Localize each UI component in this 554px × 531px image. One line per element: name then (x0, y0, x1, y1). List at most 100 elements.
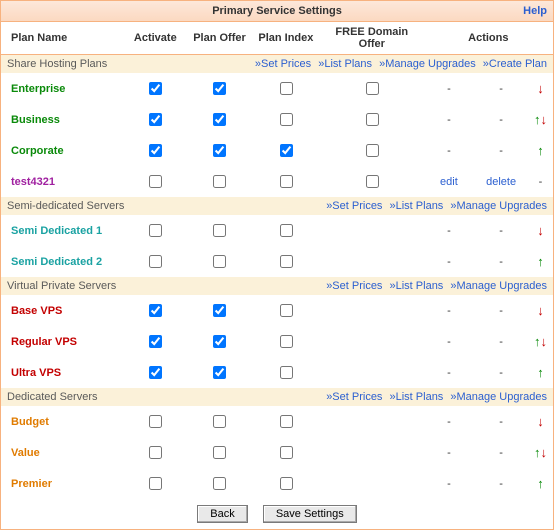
index-cell (252, 295, 320, 326)
section-title: Virtual Private Servers (1, 277, 187, 295)
activate-checkbox[interactable] (149, 113, 162, 126)
col-actions: Actions (424, 22, 553, 55)
move-down-icon[interactable]: ↓ (537, 223, 544, 238)
help-link[interactable]: Help (523, 1, 547, 21)
action-dash: - (474, 246, 528, 277)
save-settings-button[interactable]: Save Settings (263, 505, 357, 523)
offer-cell (187, 166, 252, 197)
free-domain-checkbox[interactable] (366, 113, 379, 126)
offer-checkbox[interactable] (213, 366, 226, 379)
section-header-dedicated: Dedicated Servers»Set Prices »List Plans… (1, 388, 553, 406)
activate-checkbox[interactable] (149, 446, 162, 459)
index-checkbox[interactable] (280, 477, 293, 490)
reorder-cell: - (528, 166, 553, 197)
reorder-cell: ↑↓ (528, 104, 553, 135)
offer-checkbox[interactable] (213, 113, 226, 126)
move-down-icon[interactable]: ↓ (541, 334, 548, 349)
move-up-icon[interactable]: ↑ (537, 365, 544, 380)
move-up-icon[interactable]: ↑ (537, 143, 544, 158)
manage-upgrades-link[interactable]: »Manage Upgrades (450, 280, 547, 292)
section-links: »Set Prices »List Plans »Manage Upgrades… (187, 55, 553, 74)
reorder-cell: ↑↓ (528, 326, 553, 357)
set-prices-link[interactable]: »Set Prices (326, 200, 382, 212)
move-up-icon[interactable]: ↑ (537, 254, 544, 269)
plan-row-ultravps: Ultra VPS--↑ (1, 357, 553, 388)
activate-cell (123, 295, 187, 326)
reorder-cell: ↑ (528, 135, 553, 166)
action-dash: - (424, 135, 475, 166)
index-checkbox[interactable] (280, 224, 293, 237)
index-checkbox[interactable] (280, 175, 293, 188)
action-dash: - (424, 104, 475, 135)
manage-upgrades-link[interactable]: »Manage Upgrades (379, 58, 476, 70)
free-domain-cell (320, 468, 424, 499)
index-checkbox[interactable] (280, 82, 293, 95)
activate-checkbox[interactable] (149, 477, 162, 490)
index-cell (252, 437, 320, 468)
activate-checkbox[interactable] (149, 175, 162, 188)
offer-checkbox[interactable] (213, 175, 226, 188)
index-checkbox[interactable] (280, 335, 293, 348)
activate-checkbox[interactable] (149, 224, 162, 237)
section-links: »Set Prices »List Plans »Manage Upgrades (187, 277, 553, 295)
panel-titlebar: Primary Service Settings Help (1, 1, 553, 22)
action-dash: - (424, 73, 475, 104)
offer-checkbox[interactable] (213, 415, 226, 428)
activate-checkbox[interactable] (149, 415, 162, 428)
plan-name: Value (1, 437, 123, 468)
action-dash: - (474, 468, 528, 499)
offer-checkbox[interactable] (213, 224, 226, 237)
free-domain-cell (320, 406, 424, 437)
action-dash: - (424, 215, 475, 246)
index-checkbox[interactable] (280, 304, 293, 317)
set-prices-link[interactable]: »Set Prices (255, 58, 311, 70)
activate-checkbox[interactable] (149, 366, 162, 379)
move-down-icon[interactable]: ↓ (541, 112, 548, 127)
activate-checkbox[interactable] (149, 144, 162, 157)
move-down-icon[interactable]: ↓ (537, 303, 544, 318)
set-prices-link[interactable]: »Set Prices (326, 391, 382, 403)
list-plans-link[interactable]: »List Plans (318, 58, 372, 70)
delete-link[interactable]: delete (486, 176, 516, 188)
free-domain-checkbox[interactable] (366, 175, 379, 188)
index-checkbox[interactable] (280, 113, 293, 126)
edit-link[interactable]: edit (440, 176, 458, 188)
index-checkbox[interactable] (280, 255, 293, 268)
activate-cell (123, 135, 187, 166)
move-down-icon[interactable]: ↓ (537, 414, 544, 429)
list-plans-link[interactable]: »List Plans (390, 280, 444, 292)
section-header-semi: Semi-dedicated Servers »Set Prices »List … (1, 197, 553, 215)
activate-checkbox[interactable] (149, 255, 162, 268)
list-plans-link[interactable]: »List Plans (390, 391, 444, 403)
offer-checkbox[interactable] (213, 477, 226, 490)
offer-checkbox[interactable] (213, 304, 226, 317)
free-domain-checkbox[interactable] (366, 82, 379, 95)
manage-upgrades-link[interactable]: »Manage Upgrades (450, 391, 547, 403)
offer-checkbox[interactable] (213, 335, 226, 348)
offer-checkbox[interactable] (213, 144, 226, 157)
activate-cell (123, 73, 187, 104)
free-domain-checkbox[interactable] (366, 144, 379, 157)
reorder-cell: ↓ (528, 295, 553, 326)
offer-checkbox[interactable] (213, 446, 226, 459)
create-plan-link[interactable]: »Create Plan (483, 58, 547, 70)
activate-checkbox[interactable] (149, 335, 162, 348)
back-button[interactable]: Back (197, 505, 247, 523)
activate-checkbox[interactable] (149, 304, 162, 317)
manage-upgrades-link[interactable]: »Manage Upgrades (450, 200, 547, 212)
list-plans-link[interactable]: »List Plans (390, 200, 444, 212)
set-prices-link[interactable]: »Set Prices (326, 280, 382, 292)
offer-checkbox[interactable] (213, 255, 226, 268)
action-dash: - (424, 468, 475, 499)
move-down-icon[interactable]: ↓ (541, 445, 548, 460)
activate-checkbox[interactable] (149, 82, 162, 95)
plan-name: Budget (1, 406, 123, 437)
index-checkbox[interactable] (280, 144, 293, 157)
move-down-icon[interactable]: ↓ (537, 81, 544, 96)
offer-checkbox[interactable] (213, 82, 226, 95)
section-title: Semi-dedicated Servers (1, 197, 187, 215)
index-checkbox[interactable] (280, 366, 293, 379)
index-checkbox[interactable] (280, 446, 293, 459)
move-up-icon[interactable]: ↑ (537, 476, 544, 491)
index-checkbox[interactable] (280, 415, 293, 428)
